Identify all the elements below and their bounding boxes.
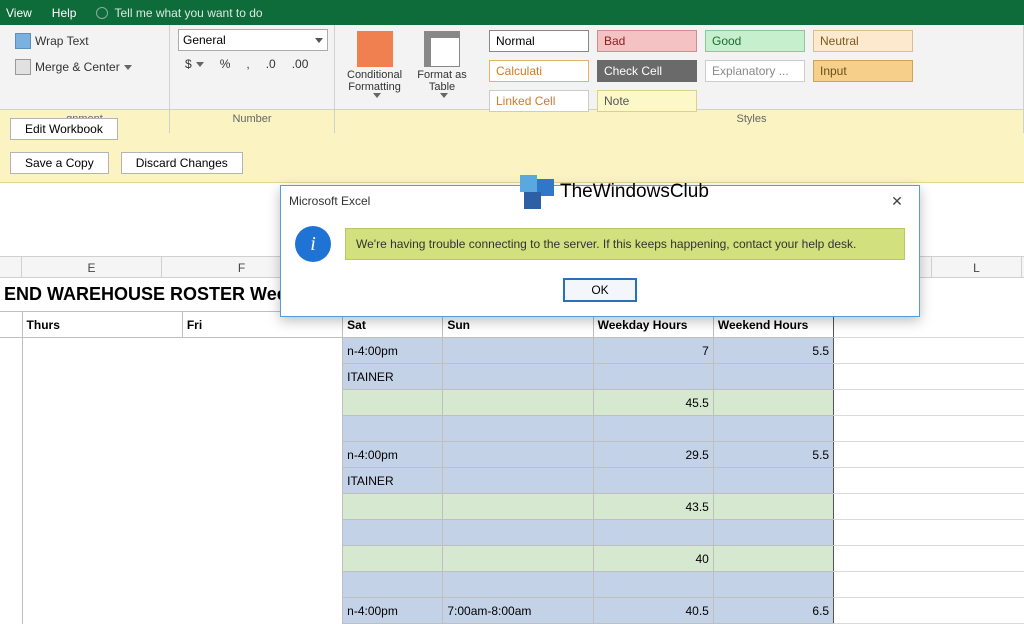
watermark-text: TheWindowsClub — [560, 181, 709, 203]
table-icon — [424, 31, 460, 67]
number-format-combo[interactable]: General — [178, 29, 328, 51]
merge-label: Merge & Center — [35, 60, 120, 74]
cell-style-tile[interactable]: Normal — [489, 30, 589, 52]
edit-workbook-button[interactable]: Edit Workbook — [10, 118, 118, 140]
table-row[interactable]: ITAINER — [0, 364, 1024, 390]
merge-icon — [15, 59, 31, 75]
format-as-table-button[interactable]: Format as Table — [412, 29, 472, 100]
format-as-table-label: Format as Table — [416, 69, 468, 93]
dialog-message: We're having trouble connecting to the s… — [345, 228, 905, 260]
table-row[interactable]: 43.5 — [0, 494, 1024, 520]
cell-style-tile[interactable]: Explanatory ... — [705, 60, 805, 82]
percent-format-button[interactable]: % — [213, 53, 238, 75]
comma-format-button[interactable]: , — [239, 53, 256, 75]
table-row[interactable]: 40 — [0, 546, 1024, 572]
cell-style-tile[interactable]: Calculati — [489, 60, 589, 82]
cell-style-tile[interactable]: Input — [813, 60, 913, 82]
col-thurs: Thurs — [22, 312, 182, 338]
cell-style-tile[interactable]: Bad — [597, 30, 697, 52]
conditional-formatting-label: Conditional Formatting — [347, 69, 402, 93]
data-grid[interactable]: Thurs Fri Sat Sun Weekday Hours Weekend … — [0, 311, 1024, 624]
wrap-text-label: Wrap Text — [35, 34, 89, 48]
conditional-formatting-icon — [357, 31, 393, 67]
protected-view-bar: Edit Workbook Save a Copy Discard Change… — [0, 110, 1024, 183]
increase-decimal-button[interactable]: .0 — [259, 53, 283, 75]
menu-bar: View Help Tell me what you want to do — [0, 0, 1024, 25]
conditional-formatting-button[interactable]: Conditional Formatting — [343, 29, 406, 100]
ribbon: Wrap Text Merge & Center gnment General … — [0, 25, 1024, 110]
chevron-down-icon — [440, 93, 448, 98]
table-row[interactable]: n-4:00pm29.55.5 — [0, 442, 1024, 468]
menu-help[interactable]: Help — [52, 6, 77, 20]
chevron-down-icon — [315, 38, 323, 43]
merge-center-button[interactable]: Merge & Center — [8, 55, 139, 79]
info-icon: i — [295, 226, 331, 262]
comma-label: , — [246, 57, 249, 71]
watermark: TheWindowsClub — [520, 175, 709, 209]
tell-me-search[interactable]: Tell me what you want to do — [114, 6, 262, 20]
cell-style-tile[interactable]: Good — [705, 30, 805, 52]
col-header[interactable]: L — [932, 257, 1022, 277]
table-row[interactable]: ITAINER — [0, 468, 1024, 494]
lightbulb-icon — [96, 7, 108, 19]
wrap-text-icon — [15, 33, 31, 49]
ribbon-group-formats: Conditional Formatting Format as Table — [335, 25, 480, 133]
table-row[interactable] — [0, 520, 1024, 546]
dec-dec-label: .00 — [292, 57, 309, 71]
save-a-copy-button[interactable]: Save a Copy — [10, 152, 109, 174]
discard-changes-button[interactable]: Discard Changes — [121, 152, 243, 174]
windows-logo-icon — [520, 175, 554, 209]
table-row[interactable]: 45.5 — [0, 390, 1024, 416]
table-row[interactable]: n-4:00pm75.5 — [0, 338, 1024, 364]
number-format-value: General — [183, 33, 226, 47]
wrap-text-button[interactable]: Wrap Text — [8, 29, 139, 53]
cell-style-tile[interactable]: Neutral — [813, 30, 913, 52]
ok-button[interactable]: OK — [563, 278, 636, 302]
cell-style-tile[interactable]: Note — [597, 90, 697, 112]
chevron-down-icon — [124, 65, 132, 70]
table-row[interactable] — [0, 572, 1024, 598]
chevron-down-icon — [196, 62, 204, 67]
col-header[interactable]: E — [22, 257, 162, 277]
ribbon-group-styles: Normal Bad Good Neutral Calculati Check Cell E… — [480, 25, 1024, 133]
ribbon-group-alignment: Wrap Text Merge & Center gnment — [0, 25, 170, 133]
dec-inc-label: .0 — [266, 57, 276, 71]
decrease-decimal-button[interactable]: .00 — [285, 53, 316, 75]
ribbon-group-number: General $ % , .0 .00 Number — [170, 25, 335, 133]
table-row[interactable]: n-4:00pm7:00am-8:00am40.56.5 — [0, 598, 1024, 624]
cell-style-tile[interactable]: Linked Cell — [489, 90, 589, 112]
accounting-format-button[interactable]: $ — [178, 53, 211, 75]
cell-style-tile[interactable]: Check Cell — [597, 60, 697, 82]
menu-view[interactable]: View — [6, 6, 32, 20]
dollar-label: $ — [185, 57, 192, 71]
chevron-down-icon — [373, 93, 381, 98]
percent-label: % — [220, 57, 231, 71]
dialog-title-text: Microsoft Excel — [289, 194, 370, 208]
close-icon[interactable]: ✕ — [883, 190, 911, 212]
table-row[interactable] — [0, 416, 1024, 442]
